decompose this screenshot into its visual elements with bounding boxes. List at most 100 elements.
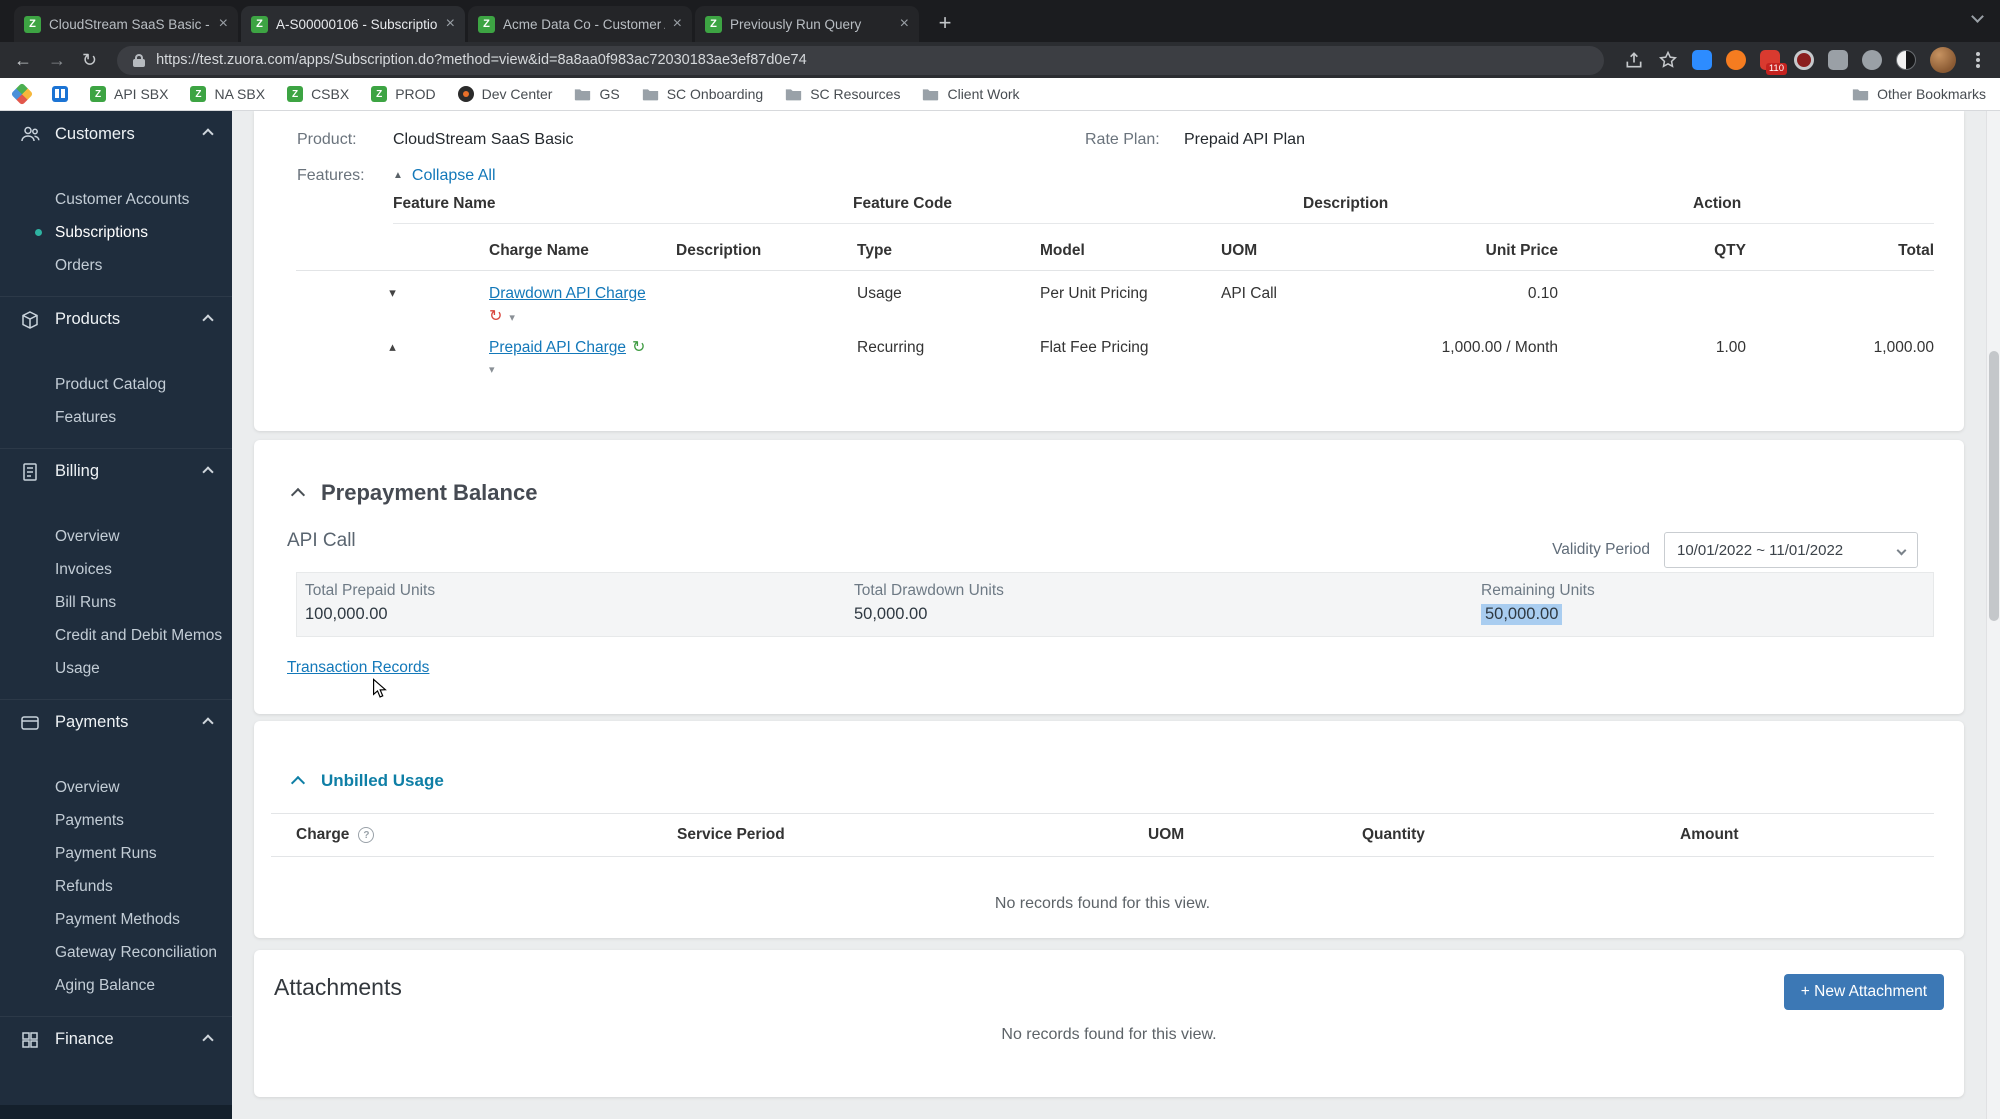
browser-tab-1[interactable]: CloudStream SaaS Basic - Zu xyxy=(14,6,238,42)
bookmark-csbx[interactable]: CSBX xyxy=(287,86,349,102)
tab-title: Previously Run Query xyxy=(730,17,892,32)
forward-icon[interactable]: → xyxy=(48,51,66,69)
browser-toolbar: ← → ↻ https://test.zuora.com/apps/Subscr… xyxy=(0,42,2000,78)
sidebar-item-product-catalog[interactable]: Product Catalog xyxy=(0,368,232,401)
collapse-row-icon[interactable] xyxy=(296,339,489,355)
bookmark-folder-gs[interactable]: GS xyxy=(574,86,619,102)
sidebar-item-features[interactable]: Features xyxy=(0,401,232,434)
profile-avatar[interactable] xyxy=(1930,47,1956,73)
extension-contrast-icon[interactable] xyxy=(1896,50,1916,70)
sidebar-item-subscriptions[interactable]: Subscriptions xyxy=(0,216,232,249)
unbilled-usage-title: Unbilled Usage xyxy=(321,771,444,791)
bookmark-api-sbx[interactable]: API SBX xyxy=(90,86,168,102)
sidebar-item-refunds[interactable]: Refunds xyxy=(0,870,232,903)
customers-icon xyxy=(20,124,40,144)
bookmark-folder-sc-onboarding[interactable]: SC Onboarding xyxy=(642,86,764,102)
sidebar-section-products[interactable]: Products xyxy=(0,296,232,342)
tab-close-icon[interactable] xyxy=(219,16,228,32)
sidebar-item-payment-methods[interactable]: Payment Methods xyxy=(0,903,232,936)
scrollbar-thumb[interactable] xyxy=(1989,351,1999,621)
folder-icon xyxy=(642,87,659,101)
bookmark-prod[interactable]: PROD xyxy=(371,86,435,102)
new-tab-button[interactable] xyxy=(930,8,960,38)
sidebar-item-bill-runs[interactable]: Bill Runs xyxy=(0,586,232,619)
extension-zoom-icon[interactable] xyxy=(1692,50,1712,70)
caret-down-icon[interactable] xyxy=(509,311,515,324)
browser-menu-icon[interactable] xyxy=(1976,58,1980,62)
bookmark-na-sbx[interactable]: NA SBX xyxy=(190,86,265,102)
charge-link-drawdown[interactable]: Drawdown API Charge xyxy=(489,285,646,302)
browser-tab-4[interactable]: Previously Run Query xyxy=(695,6,919,42)
sidebar-section-payments[interactable]: Payments xyxy=(0,699,232,745)
tab-close-icon[interactable] xyxy=(900,16,909,32)
extension-badge: 110 xyxy=(1766,63,1787,75)
chevron-down-icon[interactable] xyxy=(1971,10,1984,23)
tab-close-icon[interactable] xyxy=(673,16,682,32)
pinned-bookmark-icon-1[interactable] xyxy=(14,86,30,102)
pinned-bookmark-icon-2[interactable] xyxy=(52,86,68,102)
sidebar-section-finance[interactable]: Finance xyxy=(0,1016,232,1062)
bookmark-folder-client-work[interactable]: Client Work xyxy=(922,86,1019,102)
col-type: Type xyxy=(857,242,1040,260)
extension-okta-icon[interactable] xyxy=(1794,50,1814,70)
bookmark-star-icon[interactable] xyxy=(1658,50,1678,70)
validity-period-label: Validity Period xyxy=(1552,541,1650,559)
unbilled-usage-card: Unbilled Usage Charge Service Period UOM… xyxy=(254,721,1964,938)
browser-tab-strip: CloudStream SaaS Basic - Zu A-S00000106 … xyxy=(0,0,2000,42)
folder-icon xyxy=(574,87,591,101)
sidebar-footer-strip xyxy=(0,1105,232,1119)
sidebar-item-customer-accounts[interactable]: Customer Accounts xyxy=(0,183,232,216)
zuora-favicon xyxy=(478,16,495,33)
collapse-all-link[interactable]: Collapse All xyxy=(393,165,496,187)
browser-tab-2-active[interactable]: A-S00000106 - Subscriptions xyxy=(241,6,465,42)
sidebar-item-invoices[interactable]: Invoices xyxy=(0,553,232,586)
sidebar-item-payments[interactable]: Payments xyxy=(0,804,232,837)
prepaid-green-icon xyxy=(632,339,645,356)
help-question-icon[interactable] xyxy=(358,827,374,843)
sidebar: Customers Customer Accounts Subscription… xyxy=(0,111,232,1119)
expand-row-icon[interactable] xyxy=(296,285,489,301)
validity-period-dropdown[interactable]: 10/01/2022 ~ 11/01/2022 xyxy=(1664,532,1918,568)
caret-down-icon[interactable] xyxy=(489,363,495,376)
extension-grid-icon[interactable]: 110 xyxy=(1760,50,1780,70)
sidebar-item-gateway-reconciliation[interactable]: Gateway Reconciliation xyxy=(0,936,232,969)
tab-close-icon[interactable] xyxy=(446,16,455,32)
features-label: Features: xyxy=(297,165,393,187)
sidebar-section-billing[interactable]: Billing xyxy=(0,448,232,494)
sidebar-item-billing-overview[interactable]: Overview xyxy=(0,520,232,553)
chevron-up-icon xyxy=(202,717,213,728)
col-charge: Charge xyxy=(296,826,349,844)
page-scrollbar[interactable] xyxy=(1986,111,2000,1119)
new-attachment-button[interactable]: + New Attachment xyxy=(1784,974,1944,1010)
share-icon[interactable] xyxy=(1624,50,1644,70)
zuora-favicon xyxy=(24,16,41,33)
extension-gray-icon-1[interactable] xyxy=(1828,50,1848,70)
reload-icon[interactable]: ↻ xyxy=(82,51,97,69)
url-bar[interactable]: https://test.zuora.com/apps/Subscription… xyxy=(117,46,1604,75)
extension-orange-icon[interactable] xyxy=(1726,50,1746,70)
zuora-bookmark-icon xyxy=(287,86,303,102)
transaction-records-link[interactable]: Transaction Records xyxy=(287,659,429,677)
sidebar-item-credit-debit-memos[interactable]: Credit and Debit Memos xyxy=(0,619,232,652)
prepayment-balance-title: Prepayment Balance xyxy=(321,480,537,506)
bookmark-label: Other Bookmarks xyxy=(1877,86,1986,102)
bookmark-dev-center[interactable]: Dev Center xyxy=(458,86,553,102)
col-uom: UOM xyxy=(1148,826,1362,844)
section-label: Customers xyxy=(55,125,135,144)
sidebar-section-customers[interactable]: Customers xyxy=(0,111,232,157)
charge-link-prepaid[interactable]: Prepaid API Charge xyxy=(489,339,626,356)
browser-tab-3[interactable]: Acme Data Co - Customer Acc xyxy=(468,6,692,42)
other-bookmarks[interactable]: Other Bookmarks xyxy=(1852,86,1986,102)
collapse-section-icon[interactable] xyxy=(291,775,305,789)
sidebar-item-payments-overview[interactable]: Overview xyxy=(0,771,232,804)
sidebar-item-aging-balance[interactable]: Aging Balance xyxy=(0,969,232,1002)
extension-gray-icon-2[interactable] xyxy=(1862,50,1882,70)
sidebar-item-usage[interactable]: Usage xyxy=(0,652,232,685)
sidebar-item-payment-runs[interactable]: Payment Runs xyxy=(0,837,232,870)
section-label: Payments xyxy=(55,713,128,732)
products-icon xyxy=(20,310,40,330)
collapse-section-icon[interactable] xyxy=(291,487,305,501)
sidebar-item-orders[interactable]: Orders xyxy=(0,249,232,282)
bookmark-folder-sc-resources[interactable]: SC Resources xyxy=(785,86,900,102)
back-icon[interactable]: ← xyxy=(14,51,32,69)
